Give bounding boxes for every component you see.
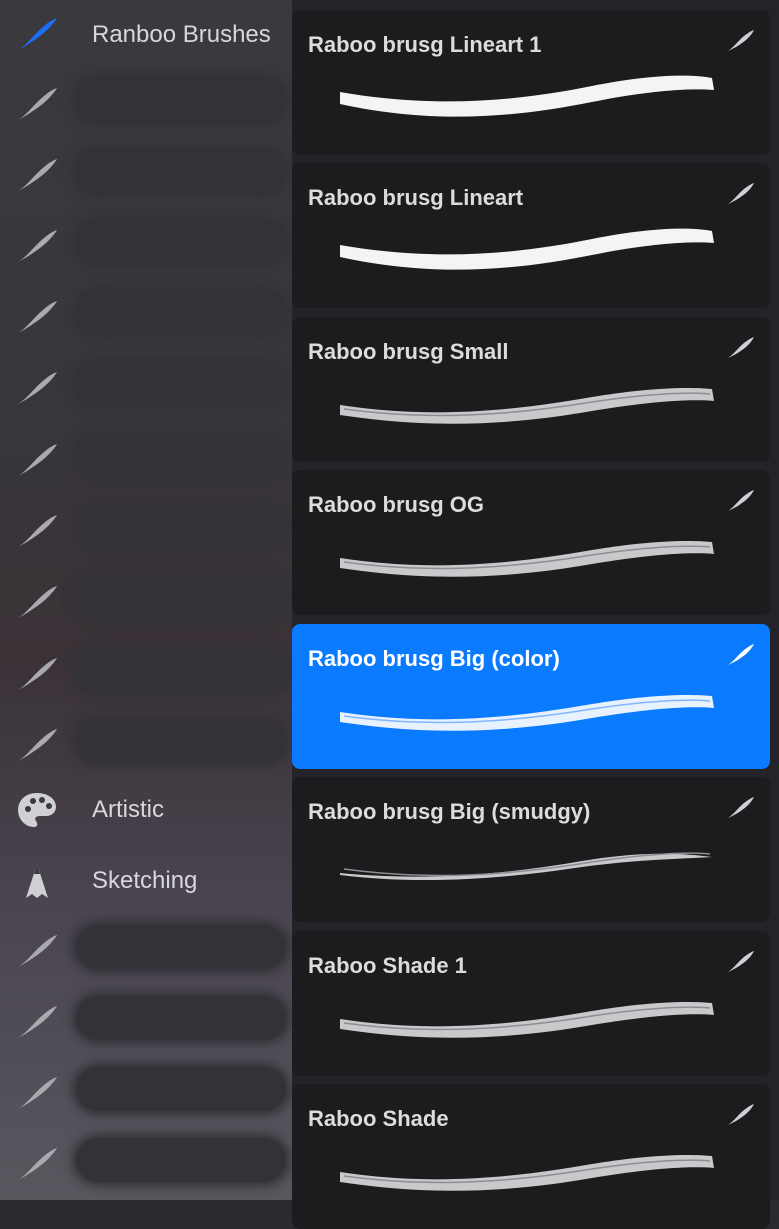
redacted-label <box>76 220 286 264</box>
sidebar-item-label: Sketching <box>92 867 198 894</box>
brush-stroke-preview <box>332 221 722 291</box>
redacted-label <box>76 576 286 620</box>
brush-name: Raboo brusg Lineart 1 <box>308 32 542 57</box>
brush-stroke-preview <box>332 835 722 905</box>
brush-stroke-icon <box>14 84 60 126</box>
brush-stroke-icon <box>726 335 756 361</box>
brush-name: Raboo brusg Small <box>308 339 509 364</box>
sidebar-item[interactable] <box>0 640 292 710</box>
sidebar-item[interactable] <box>0 212 292 282</box>
brush-card[interactable]: Raboo brusg Lineart <box>292 163 770 308</box>
brush-card[interactable]: Raboo brusg Big (color) <box>292 624 770 769</box>
redacted-label <box>76 505 286 549</box>
brush-stroke-preview <box>332 68 722 138</box>
sidebar-item[interactable] <box>0 354 292 424</box>
sidebar-item[interactable] <box>0 917 292 987</box>
brush-stroke-icon <box>14 297 60 339</box>
brush-stroke-icon <box>14 654 60 696</box>
brush-stroke-icon <box>14 1144 60 1186</box>
brush-name: Raboo brusg Big (smudgy) <box>308 799 591 824</box>
brush-stroke-icon <box>726 181 756 207</box>
sidebar-item[interactable] <box>0 283 292 353</box>
redacted-label <box>76 648 286 692</box>
brush-card[interactable]: Raboo brusg OG <box>292 470 770 615</box>
redacted-label <box>76 925 286 969</box>
brush-stroke-icon <box>14 226 60 268</box>
brush-stroke-icon <box>14 1073 60 1115</box>
sidebar-item[interactable] <box>0 70 292 140</box>
brush-name: Raboo brusg Big (color) <box>308 646 560 671</box>
brush-stroke-icon <box>14 368 60 410</box>
brush-stroke-icon <box>726 642 756 668</box>
redacted-label <box>76 291 286 335</box>
pencil-nib-icon <box>14 860 60 902</box>
brush-stroke-icon <box>14 725 60 767</box>
brush-stroke-icon <box>14 582 60 624</box>
brush-stroke-icon <box>726 1102 756 1128</box>
brush-stroke-preview <box>332 375 722 445</box>
redacted-label <box>76 362 286 406</box>
brush-stroke-preview <box>332 1142 722 1212</box>
sidebar-item[interactable] <box>0 568 292 638</box>
redacted-label <box>76 996 286 1040</box>
brush-name: Raboo Shade <box>308 1106 449 1131</box>
brush-name: Raboo brusg OG <box>308 492 484 517</box>
redacted-label <box>76 434 286 478</box>
brush-stroke-icon <box>14 155 60 197</box>
brush-card[interactable]: Raboo Shade 1 <box>292 931 770 1076</box>
brush-stroke-icon <box>726 28 756 54</box>
brush-stroke-icon <box>726 488 756 514</box>
redacted-label <box>76 78 286 122</box>
sidebar-item[interactable] <box>0 711 292 781</box>
brush-stroke-icon <box>14 511 60 553</box>
brush-stroke-preview <box>332 682 722 752</box>
sidebar-item[interactable] <box>0 141 292 211</box>
brush-stroke-preview <box>332 528 722 598</box>
sidebar-item-artistic[interactable]: Artistic <box>0 775 292 845</box>
brush-stroke-icon <box>14 14 60 56</box>
sidebar-item[interactable] <box>0 988 292 1058</box>
brush-stroke-icon <box>14 1002 60 1044</box>
brush-card[interactable]: Raboo brusg Small <box>292 317 770 462</box>
brush-stroke-preview <box>332 989 722 1059</box>
redacted-label <box>76 1067 286 1111</box>
redacted-label <box>76 149 286 193</box>
sidebar-item-label: Artistic <box>92 796 164 823</box>
sidebar-item-ranboo-brushes[interactable]: Ranboo Brushes <box>0 0 292 70</box>
sidebar-item-sketching[interactable]: Sketching <box>0 846 292 916</box>
brush-list: Raboo brusg Lineart 1 Raboo brusg Lineart… <box>292 0 779 1229</box>
brush-stroke-icon <box>726 949 756 975</box>
brush-card[interactable]: Raboo brusg Lineart 1 <box>292 10 770 155</box>
brush-library-sidebar: Ranboo Brushes Artistic Sketching <box>0 0 292 1200</box>
sidebar-item[interactable] <box>0 1130 292 1200</box>
redacted-label <box>76 1138 286 1182</box>
palette-icon <box>14 789 60 831</box>
sidebar-item[interactable] <box>0 1059 292 1129</box>
brush-stroke-icon <box>14 931 60 973</box>
sidebar-item-label: Ranboo Brushes <box>92 21 271 48</box>
sidebar-item[interactable] <box>0 426 292 496</box>
brush-name: Raboo Shade 1 <box>308 953 467 978</box>
brush-stroke-icon <box>14 440 60 482</box>
brush-card[interactable]: Raboo Shade <box>292 1084 770 1229</box>
sidebar-item[interactable] <box>0 497 292 567</box>
redacted-label <box>76 719 286 763</box>
brush-stroke-icon <box>726 795 756 821</box>
brush-name: Raboo brusg Lineart <box>308 185 524 210</box>
brush-card[interactable]: Raboo brusg Big (smudgy) <box>292 777 770 922</box>
